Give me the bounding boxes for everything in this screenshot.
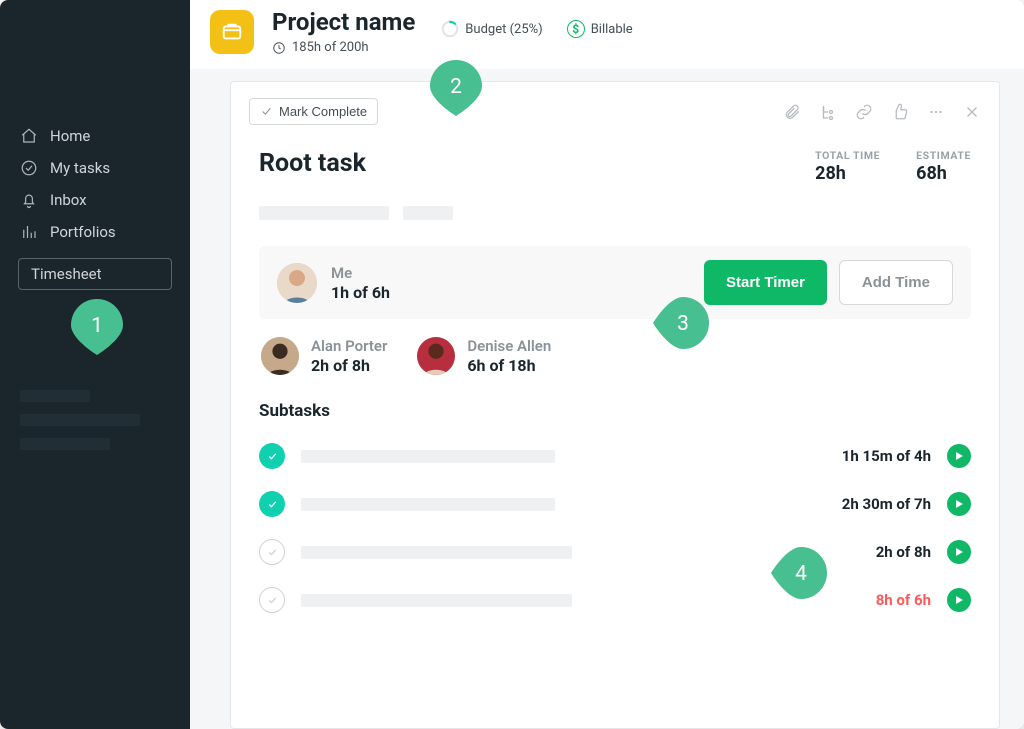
sidebar-item-label: Portfolios (50, 223, 116, 241)
home-icon (20, 127, 38, 145)
clock-icon (272, 41, 286, 55)
subtask-time: 2h 30m of 7h (842, 495, 931, 513)
billable-indicator[interactable]: $ Billable (567, 20, 633, 38)
sidebar-item-label: My tasks (50, 159, 110, 177)
attachment-icon[interactable] (783, 103, 801, 121)
avatar (277, 263, 317, 303)
assignee-name: Me (331, 264, 390, 282)
sidebar-item-portfolios[interactable]: Portfolios (0, 216, 190, 248)
stat-total-time: TOTAL TIME 28h (815, 149, 880, 184)
subtask-time: 1h 15m of 4h (842, 447, 931, 465)
main: Project name 185h of 200h Budget (25%) $… (190, 0, 1024, 729)
my-time-block: Me 1h of 6h Start Timer Add Time (259, 246, 971, 319)
assignee-row: Alan Porter 2h of 8h (261, 337, 387, 375)
stat-estimate: ESTIMATE 68h (916, 149, 971, 184)
placeholder-row (259, 206, 971, 220)
subtask-placeholder (301, 546, 572, 559)
subtask-check-open-icon[interactable] (259, 539, 285, 565)
subtask-placeholder (301, 498, 555, 511)
check-icon (260, 105, 273, 118)
subtask-icon[interactable] (819, 103, 837, 121)
mark-complete-button[interactable]: Mark Complete (249, 98, 378, 125)
budget-progress-icon (441, 20, 459, 38)
sidebar-item-label: Inbox (50, 191, 87, 209)
panel-actions (783, 103, 981, 121)
project-hours: 185h of 200h (272, 40, 415, 55)
assignee-name: Denise Allen (467, 337, 551, 355)
subtask-row: 1h 15m of 4h (259, 443, 971, 469)
subtask-check-done-icon[interactable] (259, 443, 285, 469)
like-icon[interactable] (891, 103, 909, 121)
sidebar-placeholder (20, 390, 90, 402)
link-icon[interactable] (855, 103, 873, 121)
project-icon (210, 10, 254, 54)
play-icon[interactable] (947, 540, 971, 564)
sidebar-item-timesheet[interactable]: Timesheet (18, 258, 172, 290)
subtask-row: 8h of 6h (259, 587, 971, 613)
close-icon[interactable] (963, 103, 981, 121)
task-panel: Mark Complete Root task (230, 81, 1000, 729)
assignee-time: 6h of 18h (467, 356, 551, 375)
subtasks-heading: Subtasks (259, 401, 971, 421)
dollar-circle-icon: $ (567, 20, 585, 38)
more-icon[interactable] (927, 103, 945, 121)
project-title: Project name (272, 8, 415, 36)
subtask-placeholder (301, 594, 572, 607)
subtask-time: 8h of 6h (876, 591, 931, 609)
subtask-check-done-icon[interactable] (259, 491, 285, 517)
avatar (417, 337, 455, 375)
assignee-name: Alan Porter (311, 337, 387, 355)
subtask-check-open-icon[interactable] (259, 587, 285, 613)
task-title: Root task (259, 149, 366, 178)
start-timer-button[interactable]: Start Timer (704, 260, 827, 305)
sidebar-item-mytasks[interactable]: My tasks (0, 152, 190, 184)
assignee-time: 1h of 6h (331, 283, 390, 302)
bars-icon (20, 223, 38, 241)
other-assignees: Alan Porter 2h of 8h Denise Allen 6h of … (259, 337, 971, 375)
assignee-time: 2h of 8h (311, 356, 387, 375)
play-icon[interactable] (947, 444, 971, 468)
play-icon[interactable] (947, 492, 971, 516)
subtask-placeholder (301, 450, 555, 463)
assignee-row: Denise Allen 6h of 18h (417, 337, 551, 375)
subtask-row: 2h 30m of 7h (259, 491, 971, 517)
sidebar-item-label: Timesheet (31, 265, 102, 283)
sidebar-item-label: Home (50, 127, 90, 145)
subtask-time: 2h of 8h (876, 543, 931, 561)
budget-indicator[interactable]: Budget (25%) (441, 20, 542, 38)
avatar (261, 337, 299, 375)
subtask-row: 2h of 8h (259, 539, 971, 565)
play-icon[interactable] (947, 588, 971, 612)
sidebar-placeholder (20, 438, 110, 450)
sidebar-item-home[interactable]: Home (0, 120, 190, 152)
sidebar-placeholder (20, 414, 140, 426)
project-header: Project name 185h of 200h Budget (25%) $… (190, 0, 1024, 69)
add-time-button[interactable]: Add Time (839, 260, 953, 305)
sidebar-item-inbox[interactable]: Inbox (0, 184, 190, 216)
bell-icon (20, 191, 38, 209)
sidebar: Home My tasks Inbox Portfolios Timesheet (0, 0, 190, 729)
check-circle-icon (20, 159, 38, 177)
